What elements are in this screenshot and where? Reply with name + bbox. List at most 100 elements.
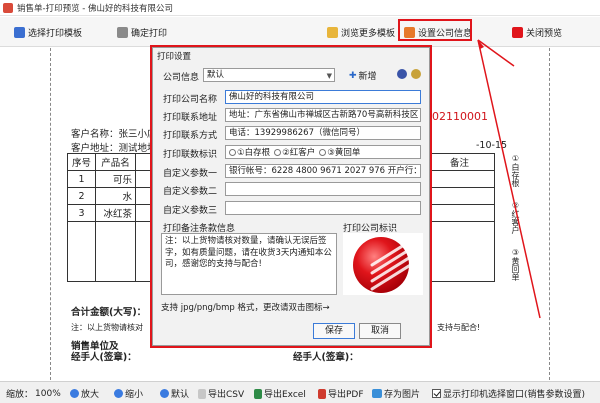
footer-note: 注：以上货物请核对 bbox=[71, 323, 143, 332]
order-date: -10-15 bbox=[476, 140, 508, 151]
custom-param-1-label: 自定义参数一 bbox=[163, 169, 218, 179]
copy-option-label: ③黄回单 bbox=[327, 148, 361, 158]
grid-icon bbox=[14, 26, 25, 38]
zoom-in-icon bbox=[70, 389, 79, 398]
contact-label: 打印联系方式 bbox=[163, 131, 218, 141]
cancel-button[interactable]: 取消 bbox=[359, 323, 401, 339]
plus-icon: ✚ bbox=[349, 70, 357, 81]
company-name-input[interactable]: 佛山好的科技有限公司 bbox=[225, 90, 421, 104]
handler-sign: 经手人(签章)： bbox=[293, 352, 359, 363]
save-button[interactable]: 保存 bbox=[313, 323, 355, 339]
header-product: 产品名 bbox=[95, 153, 136, 171]
export-csv-label: 导出CSV bbox=[208, 390, 245, 400]
company-select[interactable]: 默认 ▼ bbox=[203, 68, 335, 82]
customer-name: 客户名称：张三小店 bbox=[71, 129, 157, 140]
show-printer-dialog-label: 显示打印机选择窗口(销售参数设置) bbox=[443, 390, 586, 400]
app-icon bbox=[3, 3, 13, 13]
image-icon bbox=[372, 389, 382, 398]
copies-options: ①白存根 ②红客户 ③黄回单 bbox=[225, 145, 421, 159]
browse-templates-label: 浏览更多模板 bbox=[341, 28, 396, 39]
format-hint: 支持 jpg/png/bmp 格式，更改请双击图标→ bbox=[161, 303, 330, 313]
folder-icon bbox=[327, 26, 338, 38]
copies-label: 打印联数标识 bbox=[163, 150, 218, 160]
company-select-value: 默认 bbox=[207, 70, 225, 80]
custom-param-3-input[interactable] bbox=[225, 201, 421, 215]
row-product: 水 bbox=[95, 187, 136, 205]
copy-label-yellow: ③黄回单 bbox=[511, 248, 520, 281]
export-excel-label: 导出Excel bbox=[264, 390, 306, 400]
chevron-down-icon: ▼ bbox=[326, 72, 332, 80]
row-cell bbox=[424, 221, 495, 282]
dialog-title: 打印设置 bbox=[157, 52, 192, 62]
zoom-out-label: 缩小 bbox=[125, 390, 144, 400]
show-printer-dialog-checkbox[interactable]: 显示打印机选择窗口(销售参数设置) bbox=[432, 387, 585, 400]
default-zoom-button[interactable]: 默认 bbox=[160, 387, 189, 400]
radio-icon bbox=[319, 148, 327, 156]
address-label: 打印联系地址 bbox=[163, 113, 218, 123]
copy-label-red: ②红客户 bbox=[511, 201, 520, 234]
checkbox-checked-icon bbox=[432, 389, 441, 398]
custom-param-1-input[interactable]: 银行帐号：6228 4800 9671 2027 976 开户行： bbox=[225, 164, 421, 178]
row-cell bbox=[424, 204, 495, 222]
zoom-label: 缩放： bbox=[6, 390, 34, 400]
custom-param-3-label: 自定义参数三 bbox=[163, 206, 218, 216]
header-remark: 备注 bbox=[424, 153, 495, 171]
select-template-label: 选择打印模板 bbox=[28, 28, 83, 39]
company-name-label: 打印公司名称 bbox=[163, 95, 218, 105]
pdf-icon bbox=[318, 388, 326, 399]
title-bar: 销售单-打印预览 - 佛山好的科技有限公司 bbox=[0, 0, 600, 16]
copy-option-label: ①白存根 bbox=[237, 148, 271, 158]
export-pdf-button[interactable]: 导出PDF bbox=[318, 387, 364, 400]
close-icon bbox=[512, 26, 523, 38]
contact-input[interactable]: 电话：13929986267（微信同号） bbox=[225, 126, 421, 140]
row-index: 2 bbox=[67, 187, 96, 205]
copy-option-white[interactable]: ①白存根 bbox=[229, 146, 270, 158]
memo-textarea[interactable]: 注：以上货物请核对数量，请确认无误后签字，如有质量问题，请在收货3天内通知本公司… bbox=[161, 233, 337, 295]
export-csv-button[interactable]: 导出CSV bbox=[198, 387, 244, 400]
zoom-out-icon bbox=[114, 389, 123, 398]
order-number: 02110001 bbox=[432, 110, 488, 123]
select-template-button[interactable]: 选择打印模板 bbox=[14, 24, 82, 40]
company-info-label: 公司信息 bbox=[163, 73, 200, 83]
toolbar: 选择打印模板 确定打印 浏览更多模板 设置公司信息 关闭预览 bbox=[0, 17, 600, 47]
row-product: 可乐 bbox=[95, 170, 136, 188]
company-logo[interactable] bbox=[343, 233, 423, 295]
printer-icon bbox=[117, 26, 128, 38]
close-preview-button[interactable]: 关闭预览 bbox=[512, 24, 562, 40]
row-product: 冰红茶 bbox=[95, 204, 136, 222]
row-cell bbox=[95, 221, 136, 282]
row-cell bbox=[67, 221, 96, 282]
seller-sign: 经手人(签章)： bbox=[71, 352, 137, 363]
zoom-reset-icon bbox=[160, 389, 169, 398]
print-settings-dialog: 打印设置 公司信息 默认 ▼ ✚ 新增 打印公司名称 佛山好的科技有限公司 打印… bbox=[152, 47, 430, 346]
total-label: 合计金额(大写)： bbox=[71, 307, 147, 318]
browse-templates-button[interactable]: 浏览更多模板 bbox=[327, 24, 395, 40]
copy-option-yellow[interactable]: ③黄回单 bbox=[319, 146, 360, 158]
info-icon[interactable] bbox=[397, 69, 407, 79]
zoom-in-button[interactable]: 放大 bbox=[70, 387, 99, 400]
save-image-button[interactable]: 存为图片 bbox=[372, 387, 420, 400]
company-settings-highlight bbox=[398, 19, 472, 41]
zoom-out-button[interactable]: 缩小 bbox=[114, 387, 143, 400]
export-excel-button[interactable]: 导出Excel bbox=[254, 387, 306, 400]
confirm-print-label: 确定打印 bbox=[131, 28, 168, 39]
custom-param-2-input[interactable] bbox=[225, 182, 421, 196]
confirm-print-button[interactable]: 确定打印 bbox=[117, 24, 167, 40]
header-index: 序号 bbox=[67, 153, 96, 171]
copy-option-red[interactable]: ②红客户 bbox=[274, 146, 315, 158]
footer-note-right: 支持与配合! bbox=[437, 323, 481, 332]
new-company-button[interactable]: ✚ 新增 bbox=[349, 69, 377, 83]
new-company-label: 新增 bbox=[358, 72, 377, 82]
custom-param-2-label: 自定义参数二 bbox=[163, 187, 218, 197]
copy-option-label: ②红客户 bbox=[282, 148, 316, 158]
settings-icon[interactable] bbox=[411, 69, 421, 79]
row-cell bbox=[424, 170, 495, 188]
address-input[interactable]: 地址：广东省佛山市禅城区古新路70号高新科技区 bbox=[225, 108, 421, 122]
customer-address: 客户地址：测试地址 bbox=[71, 143, 157, 154]
row-index: 3 bbox=[67, 204, 96, 222]
default-zoom-label: 默认 bbox=[171, 390, 190, 400]
radio-icon bbox=[274, 148, 282, 156]
zoom-display: 缩放： 100% bbox=[6, 387, 61, 401]
copy-label-white: ①白存根 bbox=[511, 154, 520, 187]
window-title: 销售单-打印预览 - 佛山好的科技有限公司 bbox=[17, 4, 174, 14]
